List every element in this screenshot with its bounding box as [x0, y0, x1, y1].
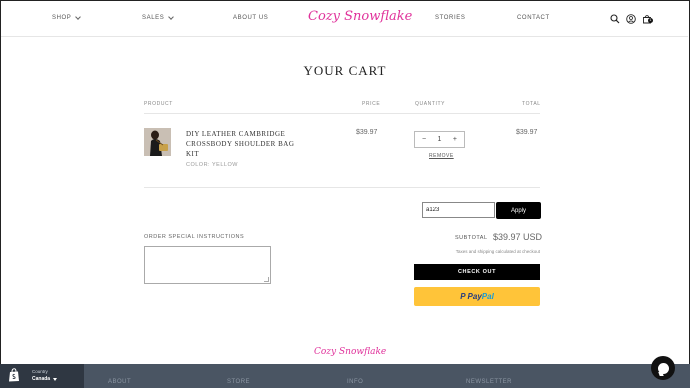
chevron-down-icon	[168, 13, 175, 20]
product-name[interactable]: DIY LEATHER CAMBRIDGE CROSSBODY SHOULDER…	[186, 129, 306, 159]
site-header: SHOP SALES ABOUT US Cozy Snowflake STORI…	[1, 1, 688, 37]
nav-about-us[interactable]: ABOUT US	[233, 15, 268, 21]
cart-button[interactable]: 1	[642, 13, 654, 25]
nav-about-label: ABOUT US	[233, 15, 269, 21]
caret-down-icon	[53, 377, 58, 381]
account-icon[interactable]	[626, 14, 636, 24]
cart-count-badge: 1	[648, 18, 653, 23]
decrease-quantity-button[interactable]: −	[422, 136, 426, 143]
remove-link[interactable]: REMOVE	[429, 153, 454, 159]
paypal-text-pal: Pal	[481, 292, 494, 301]
resize-grip-icon[interactable]	[264, 277, 269, 282]
item-price: $39.97	[356, 129, 378, 136]
nav-stories-label: STORIES	[435, 15, 466, 21]
notes-label: ORDER SPECIAL INSTRUCTIONS	[144, 234, 245, 240]
order-notes-textarea[interactable]	[144, 246, 271, 284]
paypal-text-pay: Pay	[467, 292, 482, 301]
nav-sales[interactable]: SALES	[142, 13, 175, 21]
footer-column-about: ABOUT	[108, 379, 132, 385]
header-price: PRICE	[362, 101, 381, 107]
item-total: $39.97	[516, 129, 538, 136]
nav-shop[interactable]: SHOP	[52, 13, 82, 21]
country-value-text: Canada	[32, 376, 51, 382]
divider	[144, 187, 540, 188]
paypal-button[interactable]: P PayPal	[414, 287, 540, 306]
footer-logo[interactable]: Cozy Snowflake	[314, 347, 386, 357]
apply-discount-button[interactable]: Apply	[496, 202, 541, 219]
header-quantity: QUANTITY	[415, 101, 446, 107]
subtotal-value: $39.97 USD	[493, 232, 543, 242]
paypal-logo-icon: P	[460, 292, 466, 301]
checkout-button[interactable]: CHECK OUT	[414, 264, 540, 280]
page-title: YOUR CART	[303, 63, 387, 78]
country-bar	[0, 364, 690, 388]
footer-column-store: STORE	[227, 379, 251, 385]
increase-quantity-button[interactable]: +	[453, 136, 457, 143]
nav-sales-label: SALES	[142, 15, 165, 21]
quantity-value[interactable]: 1	[438, 136, 442, 143]
product-image	[144, 128, 171, 156]
product-variant: COLOR: YELLOW	[186, 162, 238, 168]
chevron-down-icon	[75, 13, 82, 20]
chat-button[interactable]	[651, 356, 675, 380]
discount-code-input[interactable]	[422, 202, 495, 218]
footer-column-info: INFO	[347, 379, 364, 385]
quantity-stepper: − 1 +	[414, 131, 465, 148]
header-product: PRODUCT	[144, 101, 173, 107]
country-label: Country	[32, 369, 48, 374]
footer-column-newsletter: NEWSLETTER	[466, 379, 513, 385]
country-value[interactable]: Canada	[32, 376, 58, 382]
nav-contact-label: CONTACT	[517, 15, 550, 21]
site-logo[interactable]: Cozy Snowflake	[308, 9, 412, 24]
nav-contact[interactable]: CONTACT	[517, 15, 550, 21]
divider	[144, 113, 540, 114]
subtotal-label: SUBTOTAL	[455, 235, 488, 241]
nav-stories[interactable]: STORIES	[435, 15, 465, 21]
search-icon[interactable]	[610, 14, 620, 24]
chat-bubble-icon	[657, 362, 669, 374]
shopify-bag-icon	[9, 368, 19, 382]
product-thumbnail[interactable]	[144, 128, 171, 156]
tax-note: Taxes and shipping calculated at checkou…	[455, 249, 540, 254]
nav-shop-label: SHOP	[52, 15, 72, 21]
header-total: TOTAL	[522, 101, 541, 107]
browser-frame	[0, 0, 690, 388]
